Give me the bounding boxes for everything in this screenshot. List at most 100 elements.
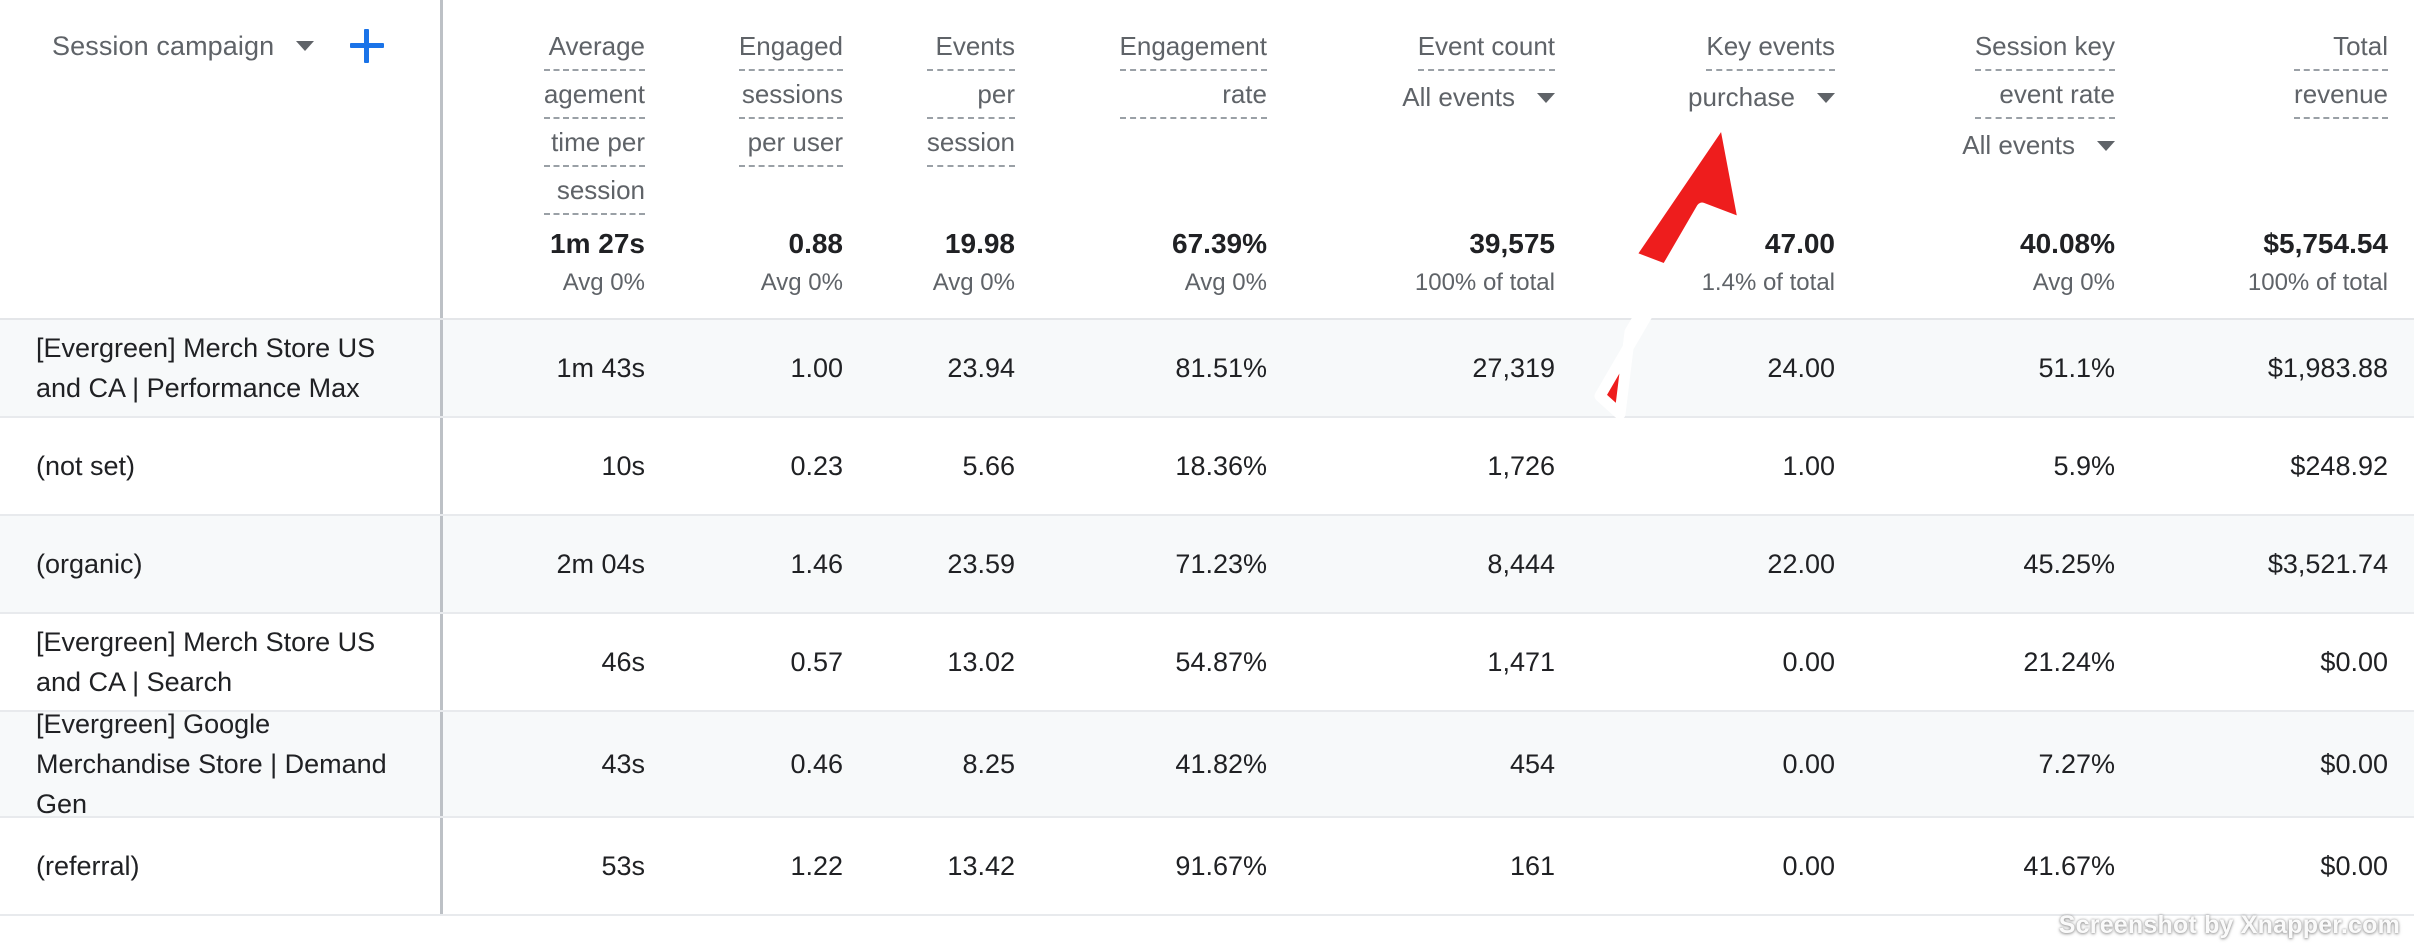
row-metric-cell: 8,444 bbox=[1487, 548, 1555, 579]
summary-value: 0.88 bbox=[788, 228, 844, 259]
row-dimension-cell[interactable]: [Evergreen] Merch Store US and CA | Sear… bbox=[0, 614, 440, 710]
summary-value: 1m 27s bbox=[550, 228, 645, 259]
plus-icon[interactable] bbox=[350, 29, 385, 63]
row-metric-cell: 0.46 bbox=[790, 748, 843, 779]
header-line: Events bbox=[926, 26, 1015, 71]
row-metric-cell: 54.87% bbox=[1175, 646, 1267, 677]
header-line: Event count bbox=[1417, 26, 1555, 71]
row-metric-cell: 41.67% bbox=[2023, 850, 2115, 881]
row-metric-cell: 71.23% bbox=[1175, 548, 1267, 579]
key-events-selector-value: purchase bbox=[1688, 82, 1795, 112]
header-line: session bbox=[926, 122, 1015, 167]
row-metric-cell: 1,726 bbox=[1487, 450, 1555, 481]
chevron-down-icon[interactable] bbox=[1537, 92, 1555, 103]
summary-subtext: Avg 0% bbox=[562, 269, 645, 296]
event-count-selector-value: All events bbox=[1402, 82, 1515, 112]
key-events-selector[interactable]: purchase bbox=[1688, 82, 1835, 113]
row-metrics: 46s 0.57 13.02 54.87% 1,471 0.00 21.24% $0.00 bbox=[440, 614, 2414, 710]
summary-value: 39,575 bbox=[1469, 228, 1555, 259]
row-metric-cell: 1.00 bbox=[1782, 450, 1835, 481]
column-header-title: Session key event rate bbox=[1974, 26, 2115, 122]
column-header-engaged-sessions-per-user[interactable]: Engaged sessions per user bbox=[671, 0, 869, 218]
summary-cell: 67.39% Avg 0% bbox=[1041, 218, 1293, 318]
row-metric-cell: 1m 43s bbox=[556, 352, 645, 383]
column-header-avg-engagement-time[interactable]: Average agement time per session bbox=[443, 0, 671, 218]
summary-subtext: Avg 0% bbox=[2032, 269, 2115, 296]
summary-row: 1m 27s Avg 0% 0.88 Avg 0% 19.98 Avg 0% 6… bbox=[0, 218, 2414, 320]
table-row[interactable]: (not set) 10s 0.23 5.66 18.36% 1,726 1.00 5.9% $… bbox=[0, 418, 2414, 516]
header-line: Total bbox=[2294, 26, 2388, 71]
row-dimension-cell[interactable]: (organic) bbox=[0, 516, 440, 612]
row-metric-cell: 454 bbox=[1509, 748, 1555, 779]
header-line: per bbox=[926, 74, 1015, 119]
row-metrics: 53s 1.22 13.42 91.67% 161 0.00 41.67% $0.00 bbox=[440, 818, 2414, 914]
summary-subtext: 100% of total bbox=[1414, 269, 1555, 296]
row-metric-cell: 10s bbox=[601, 450, 645, 481]
table-body: [Evergreen] Merch Store US and CA | Perf… bbox=[0, 320, 2414, 916]
summary-cell: 40.08% Avg 0% bbox=[1861, 218, 2141, 318]
session-key-event-rate-selector[interactable]: All events bbox=[1962, 130, 2115, 161]
event-count-selector[interactable]: All events bbox=[1402, 82, 1555, 113]
row-metric-cell: 1.00 bbox=[790, 352, 843, 383]
column-header-session-key-event-rate[interactable]: Session key event rate All events bbox=[1861, 0, 2141, 218]
row-metrics: 10s 0.23 5.66 18.36% 1,726 1.00 5.9% $248.92 bbox=[440, 418, 2414, 514]
row-metric-cell: 8.25 bbox=[962, 748, 1015, 779]
header-line: sessions bbox=[738, 74, 843, 119]
row-metric-cell: 1.22 bbox=[790, 850, 843, 881]
row-metric-cell: 1.46 bbox=[790, 548, 843, 579]
header-line: agement bbox=[543, 74, 645, 119]
header-line: rate bbox=[1119, 74, 1267, 119]
summary-value: 19.98 bbox=[944, 228, 1015, 259]
column-header-total-revenue[interactable]: Total revenue bbox=[2141, 0, 2414, 218]
summary-cell: $5,754.54 100% of total bbox=[2141, 218, 2414, 318]
summary-subtext: 100% of total bbox=[2247, 269, 2388, 296]
row-metric-cell: 23.59 bbox=[947, 548, 1015, 579]
row-metric-cell: 53s bbox=[601, 850, 645, 881]
row-metrics: 1m 43s 1.00 23.94 81.51% 27,319 24.00 51.1% $1,… bbox=[440, 320, 2414, 416]
row-metric-cell: $0.00 bbox=[2320, 748, 2388, 779]
header-line: Average bbox=[543, 26, 645, 71]
column-header-title: Engaged sessions per user bbox=[738, 26, 843, 170]
table-row[interactable]: (referral) 53s 1.22 13.42 91.67% 161 0.00 41.67… bbox=[0, 818, 2414, 916]
header-line: event rate bbox=[1974, 74, 2115, 119]
header-line: time per bbox=[543, 122, 645, 167]
chevron-down-icon[interactable] bbox=[1817, 92, 1835, 103]
summary-cell: 1m 27s Avg 0% bbox=[443, 218, 671, 318]
summary-cell: 39,575 100% of total bbox=[1293, 218, 1581, 318]
summary-metrics: 1m 27s Avg 0% 0.88 Avg 0% 19.98 Avg 0% 6… bbox=[440, 218, 2414, 318]
row-metric-cell: 23.94 bbox=[947, 352, 1015, 383]
row-metric-cell: 0.57 bbox=[790, 646, 843, 677]
row-metric-cell: $3,521.74 bbox=[2267, 548, 2388, 579]
column-header-title: Average agement time per session bbox=[543, 26, 645, 218]
row-metric-cell: 21.24% bbox=[2023, 646, 2115, 677]
dimension-selector-label[interactable]: Session campaign bbox=[52, 31, 274, 62]
row-metric-cell: 51.1% bbox=[2038, 352, 2115, 383]
table-row[interactable]: [Evergreen] Merch Store US and CA | Sear… bbox=[0, 614, 2414, 712]
column-header-key-events[interactable]: Key events purchase bbox=[1581, 0, 1861, 218]
session-key-event-rate-selector-value: All events bbox=[1962, 130, 2075, 160]
chevron-down-icon[interactable] bbox=[2097, 140, 2115, 151]
row-metric-cell: 22.00 bbox=[1767, 548, 1835, 579]
row-dimension-cell[interactable]: [Evergreen] Google Merchandise Store | D… bbox=[0, 709, 440, 819]
table-row[interactable]: (organic) 2m 04s 1.46 23.59 71.23% 8,444 22.00… bbox=[0, 516, 2414, 614]
row-metric-cell: 91.67% bbox=[1175, 850, 1267, 881]
header-line: Engagement bbox=[1119, 26, 1267, 71]
header-line: Session key bbox=[1974, 26, 2115, 71]
table-row[interactable]: [Evergreen] Google Merchandise Store | D… bbox=[0, 709, 2414, 819]
row-metric-cell: $0.00 bbox=[2320, 850, 2388, 881]
table-row[interactable]: [Evergreen] Merch Store US and CA | Perf… bbox=[0, 320, 2414, 418]
dimension-header: Session campaign bbox=[0, 0, 440, 63]
summary-subtext: Avg 0% bbox=[1184, 269, 1267, 296]
row-dimension-cell[interactable]: (not set) bbox=[0, 418, 440, 514]
row-metrics: 2m 04s 1.46 23.59 71.23% 8,444 22.00 45.25% $3,… bbox=[440, 516, 2414, 612]
row-metric-cell: 5.9% bbox=[2053, 450, 2115, 481]
row-dimension-cell[interactable]: (referral) bbox=[0, 818, 440, 914]
column-header-engagement-rate[interactable]: Engagement rate bbox=[1041, 0, 1293, 218]
column-header-event-count[interactable]: Event count All events bbox=[1293, 0, 1581, 218]
header-line: Engaged bbox=[738, 26, 843, 71]
column-header-events-per-session[interactable]: Events per session bbox=[869, 0, 1041, 218]
chevron-down-icon[interactable] bbox=[296, 41, 315, 51]
row-metrics: 43s 0.46 8.25 41.82% 454 0.00 7.27% $0.00 bbox=[440, 712, 2414, 816]
summary-value: 47.00 bbox=[1764, 228, 1835, 259]
row-dimension-cell[interactable]: [Evergreen] Merch Store US and CA | Perf… bbox=[0, 320, 440, 416]
